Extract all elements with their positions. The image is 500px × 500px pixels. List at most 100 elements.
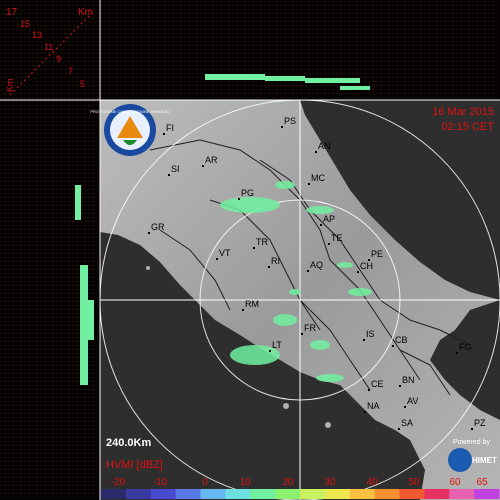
city-label-bn: BN [402, 375, 415, 385]
colorbar-tick-label: 0 [202, 477, 208, 488]
city-marker [392, 345, 394, 347]
left-axis-label: Km [5, 79, 15, 93]
city-marker [238, 198, 240, 200]
city-marker [471, 428, 473, 430]
city-marker [368, 389, 370, 391]
city-label-mc: MC [311, 173, 325, 183]
date-label: 16 Mar 2015 [432, 106, 494, 118]
city-label-pg: PG [241, 188, 254, 198]
colorbar-swatch [374, 489, 400, 499]
city-label-si: SI [171, 164, 180, 174]
city-marker [148, 232, 150, 234]
city-marker [268, 266, 270, 268]
city-label-tr: TR [256, 237, 268, 247]
city-marker [308, 183, 310, 185]
city-marker [307, 270, 309, 272]
colorbar-swatch [200, 489, 226, 499]
himet-brand-label: HIMET [472, 456, 497, 465]
city-marker [242, 309, 244, 311]
height-level-label: 11 [44, 42, 53, 52]
colorbar-tick-label: 10 [239, 477, 251, 488]
colorbar-swatch [175, 489, 201, 499]
city-marker [269, 350, 271, 352]
colorbar-swatch [275, 489, 301, 499]
height-level-label: 13 [32, 30, 42, 40]
top-profile-panel [100, 0, 500, 100]
height-level-label: 7 [68, 66, 73, 76]
product-label: HVMI [dBZ] [106, 459, 163, 471]
colorbar-swatch [150, 489, 177, 499]
city-label-ce: CE [371, 379, 384, 389]
city-marker [320, 224, 322, 226]
height-level-label: 9 [56, 54, 61, 64]
colorbar-tick-label: 50 [408, 477, 420, 488]
colorbar-tick-label: -20 [111, 477, 126, 488]
radar-composite: 17 Km 15 13 11 9 7 5 Km 16 Mar 2015 02:1… [0, 0, 500, 500]
city-marker [398, 428, 400, 430]
colorbar-swatch [225, 489, 251, 499]
colorbar-swatch [349, 489, 376, 499]
city-label-fi: FI [166, 123, 174, 133]
city-label-vt: VT [219, 248, 231, 258]
city-marker [315, 151, 317, 153]
colorbar-swatch [449, 489, 475, 499]
city-marker [281, 126, 283, 128]
city-marker [363, 339, 365, 341]
city-marker [202, 165, 204, 167]
height-level-label: 5 [80, 79, 85, 89]
city-marker [404, 406, 406, 408]
height-level-label: 15 [20, 19, 30, 29]
radar-svg: 17 Km 15 13 11 9 7 5 Km 16 Mar 2015 02:1… [0, 0, 500, 500]
city-marker [253, 247, 255, 249]
colorbar-swatch [300, 489, 326, 499]
colorbar-tick-label: 65 [476, 477, 488, 488]
city-marker [357, 271, 359, 273]
city-label-sa: SA [401, 418, 413, 428]
city-label-av: AV [407, 396, 418, 406]
unit-label-km: Km [78, 7, 93, 18]
colorbar-swatch [101, 489, 127, 499]
city-label-lt: LT [272, 340, 282, 350]
powered-by-label: Powered by [453, 439, 490, 446]
island [109, 202, 115, 208]
colorbar [101, 489, 500, 499]
colorbar-tick-label: 40 [366, 477, 378, 488]
island [325, 422, 331, 428]
range-label: 240.0Km [106, 437, 151, 449]
city-marker [301, 333, 303, 335]
city-label-an: AN [318, 141, 331, 151]
city-marker [456, 352, 458, 354]
city-label-te: TE [331, 233, 343, 243]
city-label-ps: PS [284, 116, 296, 126]
colorbar-tick-label: -10 [153, 477, 168, 488]
colorbar-swatch [250, 489, 276, 499]
city-label-gr: GR [151, 222, 165, 232]
city-label-rm: RM [245, 299, 259, 309]
city-marker [328, 243, 330, 245]
height-label-top: 17 [6, 7, 18, 18]
time-label: 02:15 CET [441, 121, 494, 133]
city-label-na: NA [367, 401, 380, 411]
city-label-fg: FG [459, 342, 472, 352]
colorbar-swatch [474, 489, 500, 499]
city-label-is: IS [366, 329, 375, 339]
colorbar-tick-label: 30 [324, 477, 336, 488]
city-marker [163, 133, 165, 135]
city-label-aq: AQ [310, 260, 323, 270]
city-marker [168, 174, 170, 176]
island [146, 266, 150, 270]
colorbar-tick-label: 20 [282, 477, 294, 488]
colorbar-swatch [125, 489, 152, 499]
map-area [100, 100, 500, 500]
city-label-pz: PZ [474, 418, 486, 428]
city-label-ap: AP [323, 214, 335, 224]
city-label-ri: RI [271, 256, 280, 266]
city-marker [364, 411, 366, 413]
city-label-ar: AR [205, 155, 218, 165]
colorbar-swatch [424, 489, 450, 499]
colorbar-swatch [399, 489, 425, 499]
colorbar-tick-label: 60 [449, 477, 461, 488]
city-label-fr: FR [304, 323, 316, 333]
city-marker [399, 385, 401, 387]
logo-text: PROTEZIONE CIVILE REGIONE ABRUZZO [90, 109, 169, 114]
